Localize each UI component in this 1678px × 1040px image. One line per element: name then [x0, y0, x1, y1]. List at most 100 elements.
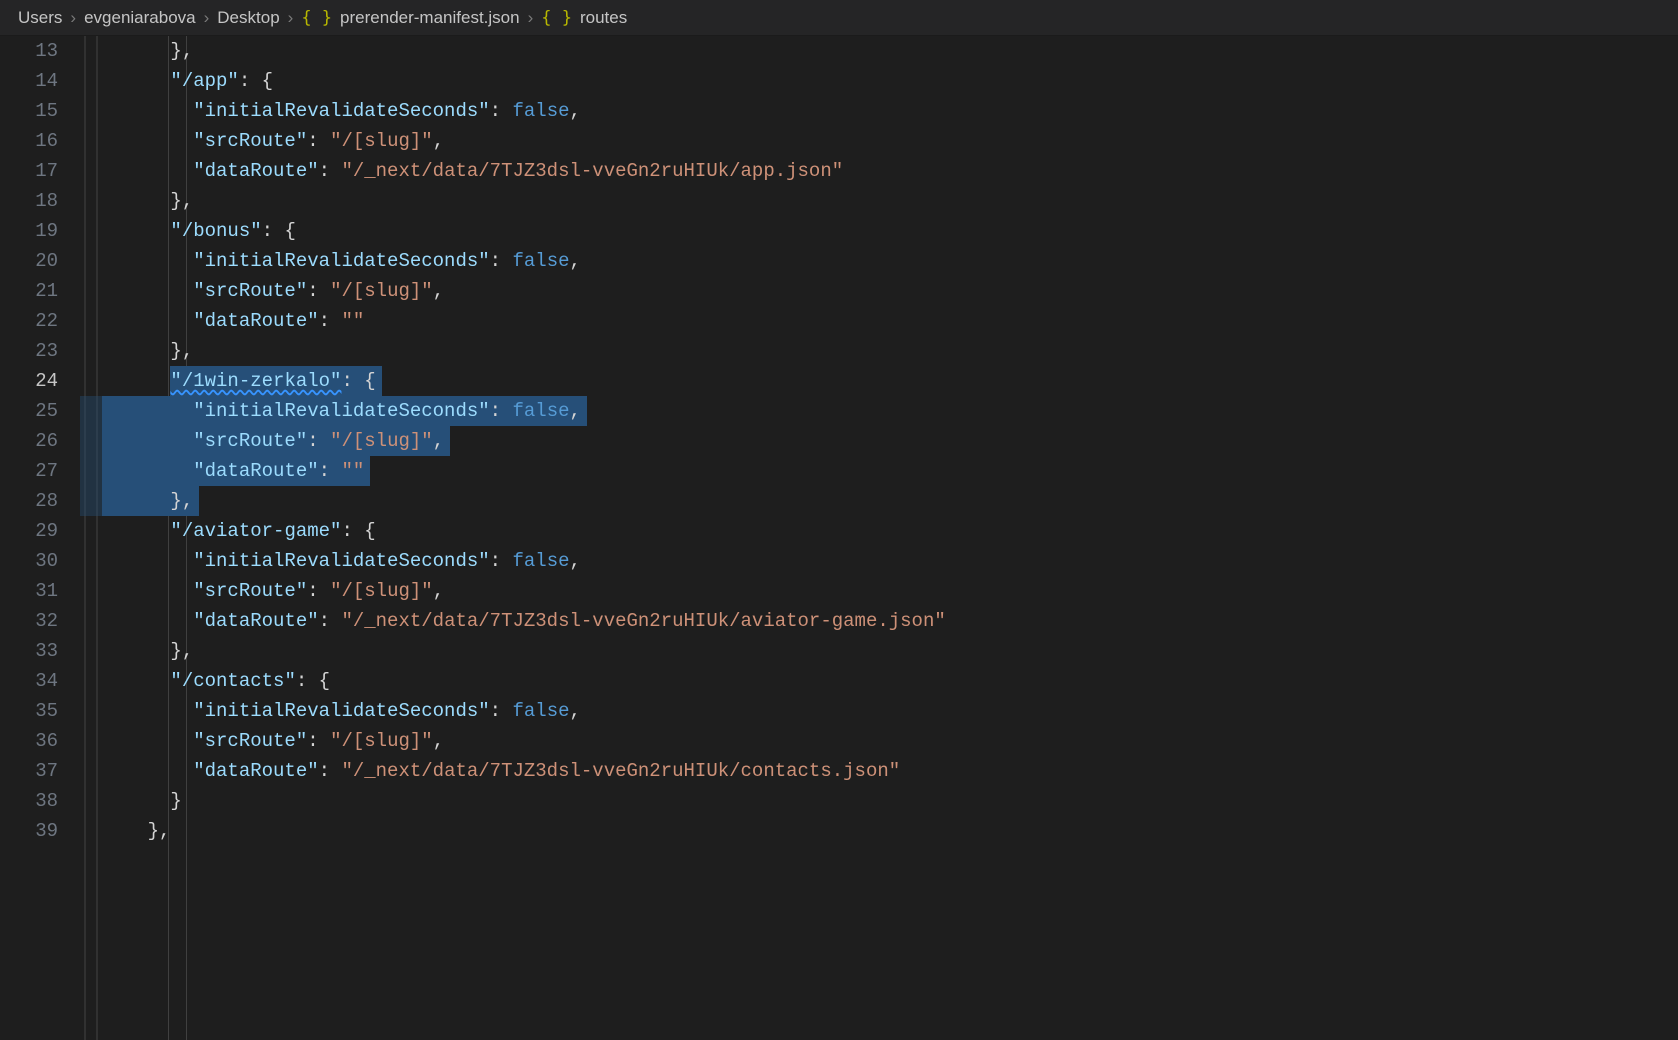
token-punct: ,: [433, 430, 444, 452]
code-line[interactable]: },: [102, 636, 1678, 666]
code-line[interactable]: "initialRevalidateSeconds": false,: [102, 246, 1678, 276]
line-number[interactable]: 18: [0, 186, 58, 216]
breadcrumb[interactable]: Users › evgeniarabova › Desktop › { } pr…: [0, 0, 1678, 36]
code-line[interactable]: "initialRevalidateSeconds": false,: [102, 96, 1678, 126]
breadcrumb-item[interactable]: Desktop: [217, 8, 279, 28]
token-punct: :: [307, 130, 330, 152]
token-key: "srcRoute": [193, 580, 307, 602]
line-number[interactable]: 33: [0, 636, 58, 666]
editor-content[interactable]: }, "/app": { "initialRevalidateSeconds":…: [102, 36, 1678, 1040]
line-number[interactable]: 37: [0, 756, 58, 786]
token-punct: [102, 640, 170, 662]
code-line[interactable]: "srcRoute": "/[slug]",: [102, 726, 1678, 756]
token-punct: [102, 250, 193, 272]
line-number[interactable]: 13: [0, 36, 58, 66]
code-line[interactable]: "dataRoute": "/_next/data/7TJZ3dsl-vveGn…: [102, 606, 1678, 636]
code-line[interactable]: "/aviator-game": {: [102, 516, 1678, 546]
token-punct: :: [296, 670, 319, 692]
code-line[interactable]: },: [102, 816, 1678, 846]
breadcrumb-file[interactable]: prerender-manifest.json: [340, 8, 520, 28]
token-brace: }: [170, 490, 181, 512]
line-number[interactable]: 31: [0, 576, 58, 606]
line-number[interactable]: 25: [0, 396, 58, 426]
token-keysq: "/1win-zerkalo": [170, 370, 341, 392]
token-key: "initialRevalidateSeconds": [193, 100, 489, 122]
token-str: "/[slug]": [330, 430, 433, 452]
line-number[interactable]: 29: [0, 516, 58, 546]
token-punct: ,: [570, 100, 581, 122]
line-number[interactable]: 35: [0, 696, 58, 726]
code-line[interactable]: },: [102, 36, 1678, 66]
line-number[interactable]: 20: [0, 246, 58, 276]
token-punct: :: [490, 250, 513, 272]
line-number[interactable]: 16: [0, 126, 58, 156]
line-number[interactable]: 15: [0, 96, 58, 126]
code-line[interactable]: "/app": {: [102, 66, 1678, 96]
token-key: "/contacts": [170, 670, 295, 692]
line-number-gutter[interactable]: 1314151617181920212223242526272829303132…: [0, 36, 80, 1040]
token-punct: ,: [433, 130, 444, 152]
token-punct: [102, 40, 170, 62]
token-key: "initialRevalidateSeconds": [193, 550, 489, 572]
token-punct: :: [307, 730, 330, 752]
line-number[interactable]: 14: [0, 66, 58, 96]
code-line[interactable]: "srcRoute": "/[slug]",: [102, 126, 1678, 156]
code-line[interactable]: "srcRoute": "/[slug]",: [102, 276, 1678, 306]
code-line[interactable]: "/bonus": {: [102, 216, 1678, 246]
token-punct: ,: [182, 640, 193, 662]
token-punct: [102, 670, 170, 692]
line-number[interactable]: 39: [0, 816, 58, 846]
line-number[interactable]: 27: [0, 456, 58, 486]
token-brace: }: [170, 340, 181, 362]
breadcrumb-item[interactable]: evgeniarabova: [84, 8, 196, 28]
code-line[interactable]: "dataRoute": "/_next/data/7TJZ3dsl-vveGn…: [102, 756, 1678, 786]
token-punct: [102, 280, 193, 302]
line-number[interactable]: 17: [0, 156, 58, 186]
token-punct: ,: [433, 280, 444, 302]
code-line[interactable]: },: [102, 336, 1678, 366]
code-line[interactable]: "initialRevalidateSeconds": false,: [102, 696, 1678, 726]
token-key: "/bonus": [170, 220, 261, 242]
token-brace: }: [148, 820, 159, 842]
token-punct: [102, 820, 148, 842]
token-punct: [102, 370, 170, 392]
token-punct: :: [319, 610, 342, 632]
code-line[interactable]: "initialRevalidateSeconds": false,: [102, 546, 1678, 576]
code-line[interactable]: },: [102, 186, 1678, 216]
line-number[interactable]: 24: [0, 366, 58, 396]
code-line[interactable]: }: [102, 786, 1678, 816]
token-brace: {: [364, 520, 375, 542]
token-punct: [102, 490, 170, 512]
token-punct: [102, 340, 170, 362]
line-number[interactable]: 21: [0, 276, 58, 306]
line-number[interactable]: 22: [0, 306, 58, 336]
code-line[interactable]: "dataRoute": "": [102, 306, 1678, 336]
code-line[interactable]: "srcRoute": "/[slug]",: [102, 426, 1678, 456]
code-line[interactable]: },: [102, 486, 1678, 516]
token-brace: {: [262, 70, 273, 92]
token-str: "/[slug]": [330, 280, 433, 302]
token-punct: [102, 580, 193, 602]
breadcrumb-item[interactable]: Users: [18, 8, 62, 28]
token-punct: :: [319, 460, 342, 482]
line-number[interactable]: 30: [0, 546, 58, 576]
line-number[interactable]: 34: [0, 666, 58, 696]
code-line[interactable]: "dataRoute": "/_next/data/7TJZ3dsl-vveGn…: [102, 156, 1678, 186]
line-number[interactable]: 38: [0, 786, 58, 816]
line-number[interactable]: 36: [0, 726, 58, 756]
line-number[interactable]: 28: [0, 486, 58, 516]
line-number[interactable]: 19: [0, 216, 58, 246]
line-number[interactable]: 26: [0, 426, 58, 456]
editor[interactable]: 1314151617181920212223242526272829303132…: [0, 36, 1678, 1040]
code-line[interactable]: "dataRoute": "": [102, 456, 1678, 486]
token-punct: ,: [433, 580, 444, 602]
line-number[interactable]: 32: [0, 606, 58, 636]
breadcrumb-symbol[interactable]: routes: [580, 8, 627, 28]
code-line[interactable]: "/contacts": {: [102, 666, 1678, 696]
line-number[interactable]: 23: [0, 336, 58, 366]
code-line[interactable]: "srcRoute": "/[slug]",: [102, 576, 1678, 606]
token-bool: false: [512, 100, 569, 122]
token-str: "/_next/data/7TJZ3dsl-vveGn2ruHIUk/app.j…: [341, 160, 843, 182]
code-line[interactable]: "/1win-zerkalo": {: [102, 366, 1678, 396]
code-line[interactable]: "initialRevalidateSeconds": false,: [102, 396, 1678, 426]
